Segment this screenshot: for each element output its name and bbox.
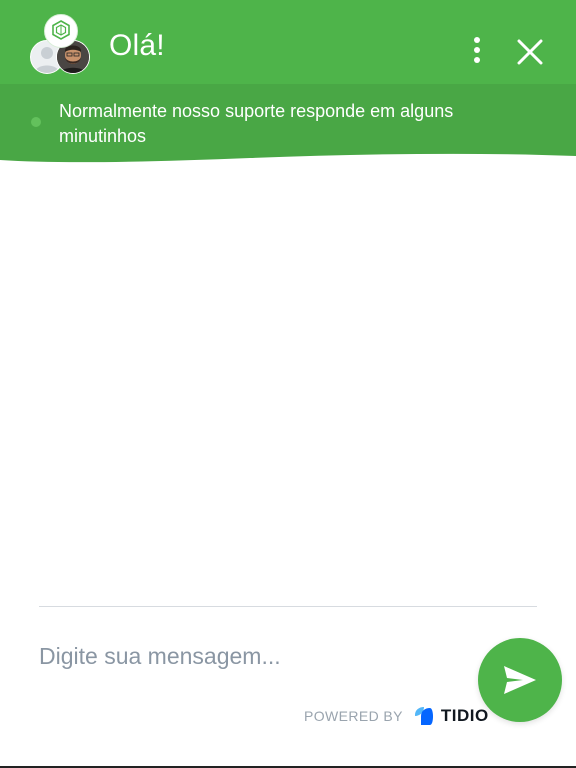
response-time-message: Normalmente nosso suporte responde em al… [59, 101, 454, 146]
powered-by-link[interactable]: POWERED BY TIDIO [304, 702, 489, 730]
message-list [0, 166, 576, 606]
chat-header: Olá! [0, 0, 576, 84]
close-icon [517, 39, 543, 65]
logo-avatar [44, 14, 78, 48]
tidio-brand-name: TIDIO [440, 706, 489, 725]
send-icon [504, 666, 536, 694]
tidio-logo-icon [414, 707, 433, 725]
composer-divider [39, 606, 537, 607]
chat-widget: Olá! Normalmente nosso suporte responde … [0, 0, 576, 768]
send-button[interactable] [478, 638, 562, 722]
message-input[interactable] [39, 638, 459, 674]
powered-by-label: POWERED BY [304, 708, 403, 724]
more-options-button[interactable] [462, 32, 492, 68]
more-vertical-icon [474, 37, 480, 63]
online-dot-icon [31, 117, 41, 127]
close-button[interactable] [512, 34, 548, 70]
chat-title: Olá! [109, 29, 165, 62]
avatar-group [30, 12, 92, 74]
